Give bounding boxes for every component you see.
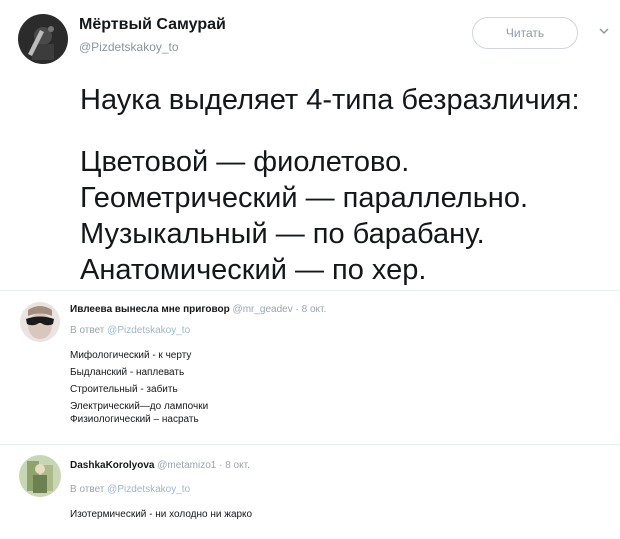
author-name[interactable]: Мёртвый Самурай [79,16,226,34]
reply-author-name[interactable]: DashkaKorolyova @metamizo1 · 8 окт. [70,460,250,471]
follow-button-label: Читать [505,26,545,40]
tweet-text-line: Цветовой — фиолетово. [80,146,410,178]
tweet-text-line: Анатомический — по хер. [80,254,427,286]
reply-text-line: Электрический—до лампочки [70,401,209,412]
reply-text-line: Быдланский - наплевать [70,367,185,378]
reply-meta: @mr_geadev · 8 окт. [232,304,327,315]
reply-to-prefix: В ответ [70,325,105,336]
reply-text-line: Изотермический - ни холодно ни жарко [70,509,253,520]
reply-to-line: В ответ @Pizdetskakoy_to [70,484,190,495]
reply-to-prefix: В ответ [70,484,105,495]
reply-to-handle[interactable]: @Pizdetskakoy_to [107,484,190,495]
tweet-text-line: Геометрический — параллельно. [80,182,528,214]
author-handle[interactable]: @Pizdetskakoy_to [79,40,179,54]
reply-avatar[interactable] [19,455,61,497]
reply-text-line: Мифологический - к черту [70,350,192,361]
divider [0,444,620,445]
author-avatar[interactable] [18,14,68,64]
reply-author-name[interactable]: Ивлеева вынесла мне приговор @mr_geadev … [70,304,326,315]
reply-text-line: Строительный - забить [70,384,178,395]
chevron-down-icon[interactable] [598,24,610,40]
reply-author-name-text[interactable]: DashkaKorolyova [70,460,154,471]
divider [0,290,620,291]
reply-meta: @metamizo1 · 8 окт. [157,460,250,471]
tweet-text-line: Музыкальный — по барабану. [80,218,485,250]
reply-to-handle[interactable]: @Pizdetskakoy_to [107,325,190,336]
tweet-text-line: Наука выделяет 4-типа безразличия: [80,84,580,116]
reply-to-line: В ответ @Pizdetskakoy_to [70,325,190,336]
follow-button[interactable]: Читать [472,17,578,49]
reply-avatar[interactable] [20,302,60,342]
reply-text-line: Физиологический – насрать [70,414,199,425]
reply-author-name-text[interactable]: Ивлеева вынесла мне приговор [70,304,230,315]
